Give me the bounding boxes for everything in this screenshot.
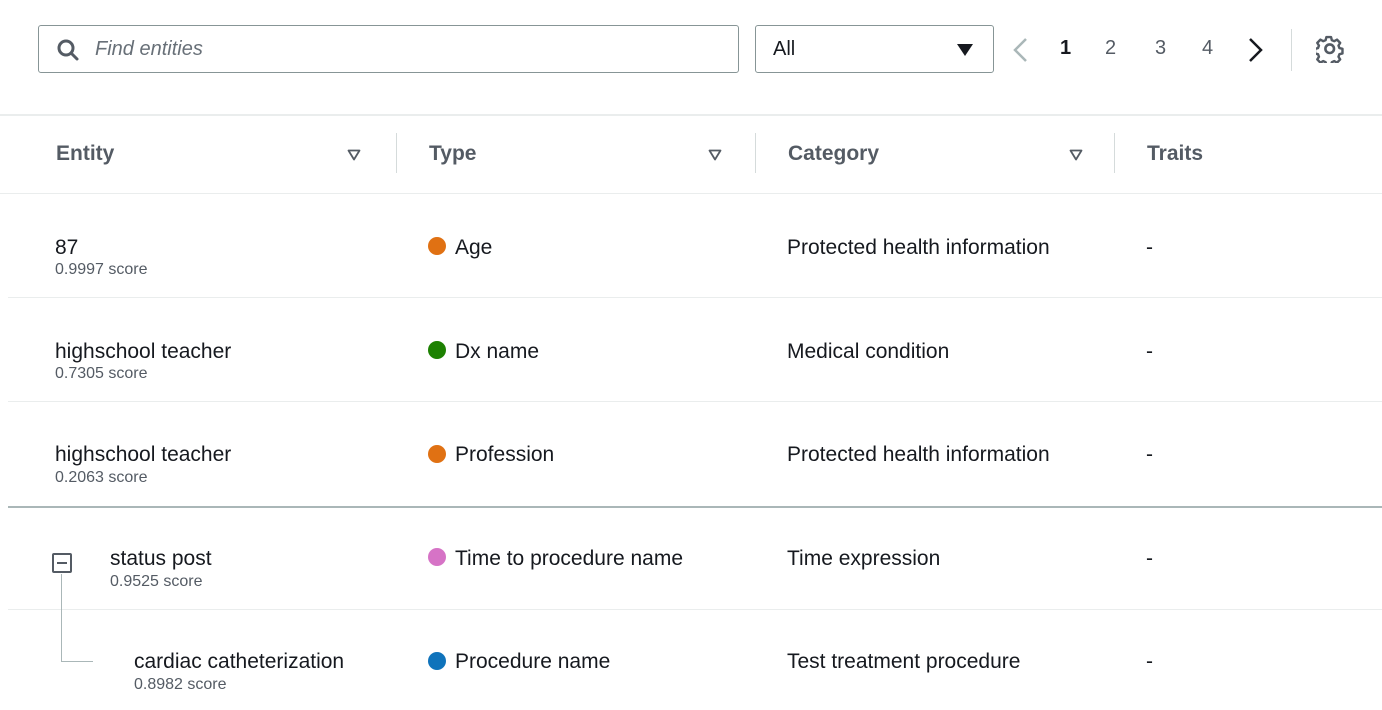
type-color-dot bbox=[428, 548, 446, 566]
collapse-icon[interactable] bbox=[52, 553, 72, 573]
entity-type: Time to procedure name bbox=[455, 547, 683, 570]
entity-score: 0.9997 score bbox=[55, 261, 148, 278]
entity-traits: - bbox=[1146, 236, 1153, 259]
table-row[interactable]: highschool teacher 0.7305 score Dx name … bbox=[0, 298, 1382, 402]
entity-type: Procedure name bbox=[455, 650, 611, 673]
entity-score: 0.7305 score bbox=[55, 365, 148, 382]
sort-icon[interactable] bbox=[708, 149, 722, 161]
search-box[interactable] bbox=[38, 25, 739, 73]
entity-category: Protected health information bbox=[787, 443, 1050, 466]
entity-category: Test treatment procedure bbox=[787, 650, 1021, 673]
table-header: Entity Type Category Traits bbox=[0, 116, 1382, 194]
table-row[interactable]: status post 0.9525 score Time to procedu… bbox=[0, 508, 1382, 610]
page-2[interactable]: 2 bbox=[1105, 37, 1116, 60]
column-header-type[interactable]: Type bbox=[429, 142, 476, 166]
entity-score: 0.9525 score bbox=[110, 573, 203, 590]
table-row[interactable]: 87 0.9997 score Age Protected health inf… bbox=[0, 194, 1382, 298]
entity-traits: - bbox=[1146, 443, 1153, 466]
entity-text: cardiac catheterization bbox=[134, 650, 345, 673]
page-1[interactable]: 1 bbox=[1060, 37, 1071, 60]
entity-category: Medical condition bbox=[787, 340, 950, 363]
entity-category: Protected health information bbox=[787, 236, 1050, 259]
table-row[interactable]: highschool teacher 0.2063 score Professi… bbox=[0, 402, 1382, 506]
page-3[interactable]: 3 bbox=[1155, 37, 1166, 60]
type-color-dot bbox=[428, 237, 446, 255]
type-color-dot bbox=[428, 652, 446, 670]
chevron-right-icon[interactable] bbox=[1245, 33, 1267, 67]
type-color-dot bbox=[428, 445, 446, 463]
page-4[interactable]: 4 bbox=[1202, 37, 1213, 60]
entity-traits: - bbox=[1146, 340, 1153, 363]
sort-icon[interactable] bbox=[1069, 149, 1083, 161]
gear-icon[interactable] bbox=[1316, 35, 1344, 63]
column-header-category[interactable]: Category bbox=[788, 142, 879, 166]
sort-icon[interactable] bbox=[347, 149, 361, 161]
toolbar: All 1 2 3 4 bbox=[0, 0, 1382, 114]
search-input[interactable] bbox=[95, 34, 715, 64]
table-row[interactable]: cardiac catheterization 0.8982 score Pro… bbox=[0, 610, 1382, 710]
search-icon bbox=[57, 39, 79, 61]
column-divider[interactable] bbox=[755, 133, 756, 173]
toolbar-divider bbox=[1291, 29, 1292, 71]
column-divider[interactable] bbox=[396, 133, 397, 173]
entity-text: status post bbox=[110, 547, 212, 570]
type-color-dot bbox=[428, 341, 446, 359]
entity-text: highschool teacher bbox=[55, 443, 232, 466]
entity-traits: - bbox=[1146, 547, 1153, 570]
entity-traits: - bbox=[1146, 650, 1153, 673]
entity-text: highschool teacher bbox=[55, 340, 232, 363]
entity-score: 0.2063 score bbox=[55, 469, 148, 486]
entity-category: Time expression bbox=[787, 547, 941, 570]
entity-type: Dx name bbox=[455, 340, 540, 363]
entity-score: 0.8982 score bbox=[134, 676, 227, 693]
chevron-left-icon[interactable] bbox=[1009, 33, 1031, 67]
entity-type: Age bbox=[455, 236, 493, 259]
entity-type: Profession bbox=[455, 443, 555, 466]
column-header-traits: Traits bbox=[1147, 142, 1204, 165]
caret-down-icon bbox=[957, 44, 973, 56]
filter-select[interactable]: All bbox=[755, 25, 994, 73]
column-divider[interactable] bbox=[1114, 133, 1115, 173]
column-header-entity[interactable]: Entity bbox=[56, 142, 114, 166]
entity-text: 87 bbox=[55, 236, 79, 259]
filter-select-value: All bbox=[773, 38, 796, 60]
